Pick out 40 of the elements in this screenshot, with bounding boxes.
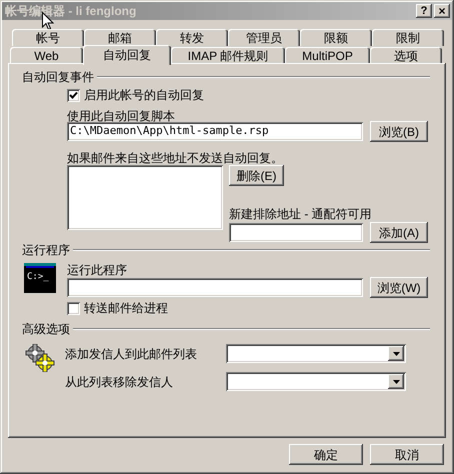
tab[interactable]: 选项 <box>370 47 442 64</box>
tab[interactable]: 邮箱 <box>84 29 156 46</box>
checkbox[interactable] <box>67 302 80 314</box>
section-heading: 运行程序 <box>22 242 71 259</box>
dropdown[interactable] <box>226 344 406 363</box>
close-button[interactable]: × <box>434 4 450 18</box>
field-label: 添加发信人到此邮件列表 <box>65 346 198 362</box>
field-label: 新建排除地址 - 通配符可用 <box>229 206 372 219</box>
tab[interactable]: 自动回复 <box>83 45 171 65</box>
gears-icon <box>24 344 56 372</box>
section-heading: 高级选项 <box>22 321 71 338</box>
tab[interactable]: MultiPOP <box>285 47 370 64</box>
delete-button[interactable]: 删除(E) <box>229 165 284 186</box>
input-field[interactable]: C:\MDaemon\App\html-sample.rsp <box>67 122 363 141</box>
tab[interactable]: IMAP 邮件规则 <box>171 47 285 64</box>
tab[interactable]: 管理员 <box>228 29 300 46</box>
tab[interactable]: 帐号 <box>12 29 84 46</box>
checkbox[interactable] <box>67 88 80 102</box>
field-label: 运行此程序 <box>67 262 127 275</box>
input-field[interactable] <box>67 278 363 297</box>
field-label: 使用此自动回复脚本 <box>67 108 175 121</box>
browse-button[interactable]: 浏览(W) <box>370 277 428 298</box>
tab[interactable]: Web <box>10 47 83 64</box>
dialog-button[interactable]: 确定 <box>289 444 363 465</box>
tab[interactable]: 限制 <box>372 29 444 46</box>
console-icon: C:>_ <box>24 263 56 293</box>
section-heading: 自动回复事件 <box>22 69 95 86</box>
field-label: 从此列表移除发信人 <box>65 374 174 390</box>
dropdown[interactable] <box>226 372 406 391</box>
checkbox-label: 启用此帐号的自动回复 <box>84 87 204 104</box>
dialog-button[interactable]: 取消 <box>370 444 444 465</box>
add-button[interactable]: 添加(A) <box>370 222 428 243</box>
field-label: 如果邮件来自这些地址不发送自动回复。 <box>67 150 283 163</box>
tab[interactable]: 限额 <box>300 29 372 46</box>
browse-button[interactable]: 浏览(B) <box>370 121 428 142</box>
help-button[interactable]: ? <box>416 4 432 18</box>
tab[interactable]: 转发 <box>156 29 228 46</box>
address-list[interactable] <box>67 165 223 230</box>
checkbox-label: 转送邮件给进程 <box>84 300 168 317</box>
input-field[interactable] <box>229 223 363 242</box>
